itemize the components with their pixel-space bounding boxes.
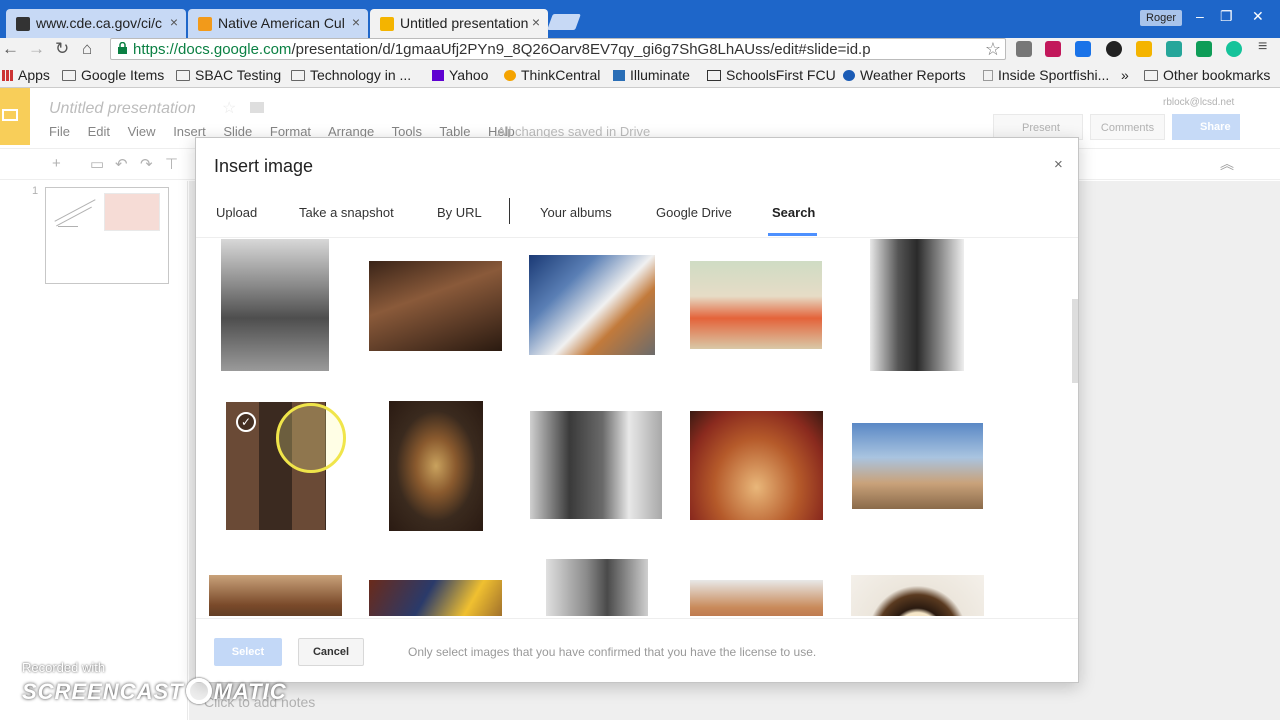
url-host: https://docs.google.com	[133, 41, 292, 58]
result-image-girl-portrait[interactable]	[546, 559, 648, 616]
result-image-group-portrait[interactable]	[209, 575, 342, 616]
bookmark-technology[interactable]: Technology in ...	[291, 67, 411, 83]
tab-by-url[interactable]: By URL	[437, 205, 482, 220]
license-notice: Only select images that you have confirm…	[408, 645, 817, 659]
browser-tab-untitled-presentation[interactable]: Untitled presentation ×	[370, 9, 548, 38]
forward-arrow-icon[interactable]: →	[28, 39, 45, 59]
extension-d-icon[interactable]	[1075, 41, 1091, 57]
tab-google-drive[interactable]: Google Drive	[656, 205, 732, 220]
slides-icon	[380, 17, 394, 31]
result-image-painting-blue[interactable]	[369, 580, 502, 616]
tab-take-snapshot[interactable]: Take a snapshot	[299, 205, 394, 220]
dialog-title: Insert image	[214, 156, 314, 176]
maximize-icon[interactable]: ❐	[1220, 8, 1233, 25]
watermark-recorded-with: Recorded with	[22, 660, 106, 675]
folder-icon	[1144, 70, 1158, 81]
folder-icon	[291, 70, 305, 81]
insert-image-dialog: Insert image × Upload Take a snapshot By…	[195, 137, 1079, 683]
thinkcentral-icon	[504, 70, 516, 81]
result-image-canyon[interactable]	[690, 580, 823, 616]
browser-tab-native-american[interactable]: Native American Cul ×	[188, 9, 368, 38]
url-path: /presentation/d/1gmaaUfj2PYn9_8Q26Oarv8E…	[291, 41, 871, 58]
close-icon[interactable]: ×	[352, 14, 360, 30]
result-image-dancers-painting[interactable]	[690, 261, 822, 349]
tab-label: Untitled presentation	[400, 15, 529, 31]
tab-label: Native American Cul	[218, 15, 345, 31]
close-icon[interactable]: ×	[532, 14, 540, 30]
bookmark-google-items[interactable]: Google Items	[62, 67, 164, 83]
monitor-icon	[707, 70, 721, 81]
selected-check-icon[interactable]: ✓	[236, 412, 256, 432]
result-image-weaving-interior[interactable]	[369, 261, 502, 351]
screencast-o-matic-logo: SCREENCAST MATIC	[22, 678, 287, 704]
bookmark-yahoo[interactable]: Yahoo	[432, 67, 488, 83]
apps-grid-icon	[2, 70, 13, 81]
dialog-tabs: Upload Take a snapshot By URL Your album…	[196, 198, 1078, 238]
tab-label: www.cde.ca.gov/ci/c	[36, 15, 163, 31]
select-button[interactable]: Select	[214, 638, 282, 666]
extension-gear-icon[interactable]	[1166, 41, 1182, 57]
cursor-highlight	[276, 403, 346, 473]
close-icon[interactable]: ×	[1054, 156, 1063, 173]
profile-name[interactable]: Roger	[1140, 10, 1182, 26]
bookmark-star-icon[interactable]: ☆	[985, 39, 1001, 60]
result-image-frybread[interactable]	[529, 255, 655, 355]
bookmarks-bar: Apps Google Items SBAC Testing Technolog…	[0, 62, 1280, 88]
weather-icon	[843, 70, 855, 81]
bookmark-apps[interactable]: Apps	[2, 67, 50, 83]
result-image-mother-child[interactable]	[530, 411, 662, 519]
bookmark-weather[interactable]: Weather Reports	[843, 67, 966, 83]
browser-tabstrip: www.cde.ca.gov/ci/c × Native American Cu…	[0, 0, 1280, 38]
result-image-woman-portrait[interactable]	[870, 239, 964, 371]
reload-icon[interactable]: ↻	[55, 39, 69, 59]
folder-icon	[62, 70, 76, 81]
cancel-button[interactable]: Cancel	[298, 638, 364, 666]
extension-red-icon[interactable]	[1045, 41, 1061, 57]
result-image-navajo-rug[interactable]	[389, 401, 483, 531]
bookmarks-overflow[interactable]: »	[1121, 67, 1129, 83]
extension-yellow-icon[interactable]	[1136, 41, 1152, 57]
address-bar[interactable]: https://docs.google.com/presentation/d/1…	[110, 38, 1006, 60]
dialog-footer: Select Cancel Only select images that yo…	[196, 618, 1078, 682]
home-icon[interactable]: ⌂	[82, 39, 92, 59]
minimize-icon[interactable]: –	[1196, 8, 1204, 24]
history-h-icon	[198, 17, 212, 31]
browser-tab-cde[interactable]: www.cde.ca.gov/ci/c ×	[6, 9, 186, 38]
page-icon	[983, 70, 993, 81]
new-tab-button[interactable]	[547, 14, 581, 30]
result-image-mural-arch[interactable]	[690, 411, 823, 520]
illuminate-icon	[613, 70, 625, 81]
back-arrow-icon[interactable]: ←	[2, 39, 19, 59]
tab-separator	[509, 198, 510, 224]
tab-your-albums[interactable]: Your albums	[540, 205, 612, 220]
menu-icon[interactable]: ≡	[1258, 38, 1267, 56]
url-text: https://docs.google.com/presentation/d/1…	[133, 41, 871, 58]
extension-circle-icon[interactable]	[1106, 41, 1122, 57]
result-image-headdress[interactable]	[851, 575, 984, 616]
grammarly-icon[interactable]	[1226, 41, 1242, 57]
results-scrollbar[interactable]	[1072, 299, 1078, 383]
bookmark-sbac-testing[interactable]: SBAC Testing	[176, 67, 281, 83]
active-tab-indicator	[768, 233, 817, 236]
image-results-grid: ✓	[196, 239, 1078, 616]
bookmark-schoolsfirst[interactable]: SchoolsFirst FCU	[707, 67, 836, 83]
result-image-hogan-loom[interactable]	[221, 239, 329, 371]
window-close-icon[interactable]: ✕	[1252, 8, 1264, 25]
record-circle-icon	[185, 678, 212, 704]
close-icon[interactable]: ×	[170, 14, 178, 30]
graduation-cap-icon	[16, 17, 30, 31]
folder-icon	[176, 70, 190, 81]
bookmark-other[interactable]: Other bookmarks	[1144, 67, 1270, 83]
bookmark-inside-sportfishing[interactable]: Inside Sportfishi...	[983, 67, 1109, 83]
extension-puzzle-icon[interactable]	[1016, 41, 1032, 57]
tab-upload[interactable]: Upload	[216, 205, 257, 220]
extension-sheets-icon[interactable]	[1196, 41, 1212, 57]
browser-toolbar: ← → ↻ ⌂ https://docs.google.com/presenta…	[0, 38, 1280, 62]
lock-icon	[118, 42, 127, 54]
bookmark-thinkcentral[interactable]: ThinkCentral	[504, 67, 600, 83]
bookmark-illuminate[interactable]: Illuminate	[613, 67, 690, 83]
result-image-children-sheep[interactable]	[852, 423, 983, 509]
tab-search[interactable]: Search	[772, 205, 815, 220]
yahoo-icon	[432, 70, 444, 81]
